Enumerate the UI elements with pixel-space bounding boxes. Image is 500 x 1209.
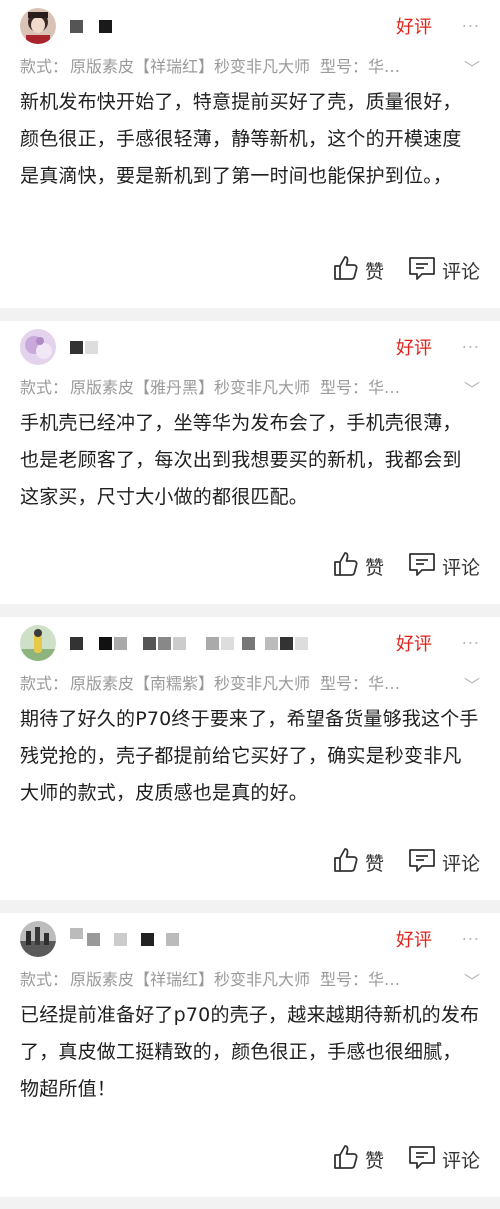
spec-prefix: 款式： [20, 57, 69, 76]
comment-label: 评论 [441, 261, 480, 283]
comment-icon [408, 255, 442, 286]
thumbs-up-icon [333, 551, 365, 582]
comment-button[interactable]: 评论 [408, 1144, 480, 1175]
more-options-icon[interactable]: ··· [462, 338, 480, 357]
more-options-icon[interactable]: ··· [462, 634, 480, 653]
like-label: 赞 [364, 1150, 384, 1172]
model-label: 型号：华… [320, 970, 401, 989]
more-options-icon[interactable]: ··· [462, 17, 480, 36]
spec-line[interactable]: 款式： 原版素皮【南糯紫】秒变非凡大师 型号：华… ﹀ [20, 669, 480, 695]
comment-button[interactable]: 评论 [408, 255, 480, 286]
spec-value: 原版素皮【南糯紫】秒变非凡大师 [70, 674, 311, 693]
spec-prefix: 款式： [20, 378, 69, 397]
comment-icon [408, 847, 442, 878]
thumbs-up-icon [333, 1144, 365, 1175]
avatar[interactable] [20, 8, 56, 44]
like-button[interactable]: 赞 [333, 551, 384, 582]
review-actions: 赞 评论 [333, 255, 480, 286]
review-card: 好评 ··· 款式： 原版素皮【祥瑞红】秒变非凡大师 型号：华… ﹀ 新机发布快… [0, 0, 500, 308]
like-button[interactable]: 赞 [333, 847, 384, 878]
review-text: 新机发布快开始了，特意提前买好了壳，质量很好，颜色很正，手感很轻薄，静等新机，这… [20, 91, 462, 187]
chevron-down-icon[interactable]: ﹀ [464, 672, 480, 695]
comment-icon [408, 551, 442, 582]
review-feed: 好评 ··· 款式： 原版素皮【祥瑞红】秒变非凡大师 型号：华… ﹀ 新机发布快… [0, 0, 500, 1197]
review-header: 好评 ··· [20, 321, 480, 373]
comment-icon [408, 1144, 442, 1175]
spec-prefix: 款式： [20, 970, 69, 989]
avatar[interactable] [20, 329, 56, 365]
comment-label: 评论 [441, 557, 480, 579]
spec-line[interactable]: 款式： 原版素皮【祥瑞红】秒变非凡大师 型号：华… ﹀ [20, 965, 480, 991]
review-text: 手机壳已经冲了，坐等华为发布会了，手机壳很薄，也是老顾客了，每次出到我想要买的新… [20, 412, 462, 508]
review-text: 期待了好久的P70终于要来了，希望备货量够我这个手残党抢的，壳子都提前给它买好了… [20, 708, 479, 804]
thumbs-up-icon [333, 847, 365, 878]
avatar[interactable] [20, 625, 56, 661]
rating-label: 好评 [396, 338, 432, 359]
like-label: 赞 [364, 557, 384, 579]
chevron-down-icon[interactable]: ﹀ [464, 376, 480, 399]
comment-label: 评论 [441, 1150, 480, 1172]
like-button[interactable]: 赞 [333, 1144, 384, 1175]
comment-button[interactable]: 评论 [408, 847, 480, 878]
rating-label: 好评 [396, 17, 432, 38]
user-name-masked [70, 339, 100, 355]
spec-value: 原版素皮【雅丹黑】秒变非凡大师 [70, 378, 311, 397]
comment-button[interactable]: 评论 [408, 551, 480, 582]
review-text: 已经提前准备好了p70的壳子，越来越期待新机的发布了，真皮做工挺精致的，颜色很正… [20, 1004, 480, 1100]
model-label: 型号：华… [320, 57, 401, 76]
review-card: 好评 ··· 款式： 原版素皮【雅丹黑】秒变非凡大师 型号：华… ﹀ 手机壳已经… [0, 321, 500, 604]
spec-line[interactable]: 款式： 原版素皮【雅丹黑】秒变非凡大师 型号：华… ﹀ [20, 373, 480, 399]
spec-value: 原版素皮【祥瑞红】秒变非凡大师 [70, 57, 311, 76]
user-name-masked [70, 635, 310, 651]
user-name-masked [70, 18, 114, 34]
rating-label: 好评 [396, 930, 432, 951]
thumbs-up-icon [333, 255, 365, 286]
user-name-masked [70, 927, 181, 947]
review-card: 好评 ··· 款式： 原版素皮【南糯紫】秒变非凡大师 型号：华… ﹀ 期待了好久… [0, 617, 500, 900]
like-button[interactable]: 赞 [333, 255, 384, 286]
review-header: 好评 ··· [20, 0, 480, 52]
review-header: 好评 ··· [20, 617, 480, 669]
like-label: 赞 [364, 853, 384, 875]
more-options-icon[interactable]: ··· [462, 930, 480, 949]
review-card: 好评 ··· 款式： 原版素皮【祥瑞红】秒变非凡大师 型号：华… ﹀ 已经提前准… [0, 913, 500, 1197]
review-header: 好评 ··· [20, 913, 480, 965]
spec-value: 原版素皮【祥瑞红】秒变非凡大师 [70, 970, 311, 989]
comment-label: 评论 [441, 853, 480, 875]
model-label: 型号：华… [320, 674, 401, 693]
spec-prefix: 款式： [20, 674, 69, 693]
review-actions: 赞 评论 [333, 551, 480, 582]
avatar[interactable] [20, 921, 56, 957]
model-label: 型号：华… [320, 378, 401, 397]
chevron-down-icon[interactable]: ﹀ [464, 55, 480, 78]
rating-label: 好评 [396, 634, 432, 655]
spec-line[interactable]: 款式： 原版素皮【祥瑞红】秒变非凡大师 型号：华… ﹀ [20, 52, 480, 78]
review-actions: 赞 评论 [333, 1144, 480, 1175]
like-label: 赞 [364, 261, 384, 283]
review-actions: 赞 评论 [333, 847, 480, 878]
chevron-down-icon[interactable]: ﹀ [464, 968, 480, 991]
